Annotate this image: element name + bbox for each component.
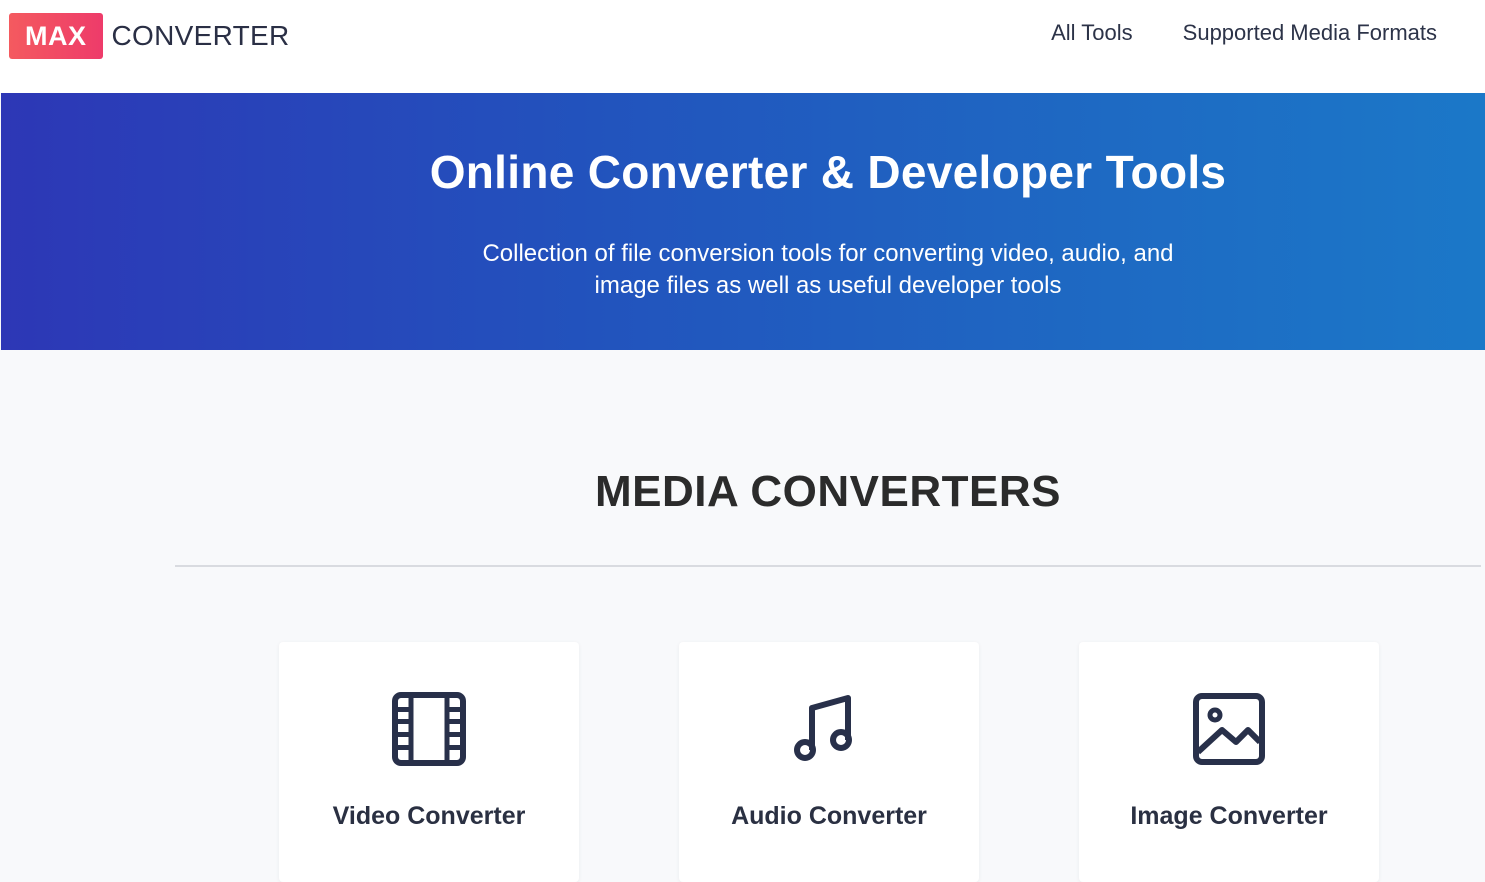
card-label: Audio Converter <box>731 802 927 830</box>
film-icon <box>392 692 466 766</box>
card-audio-converter[interactable]: Audio Converter <box>679 642 979 882</box>
card-video-converter[interactable]: Video Converter <box>279 642 579 882</box>
hero-subtitle: Collection of file conversion tools for … <box>1 238 1485 302</box>
section-divider <box>175 565 1481 567</box>
card-label: Video Converter <box>332 802 526 830</box>
logo[interactable]: MAX CONVERTER <box>9 13 290 59</box>
nav-supported-media-formats[interactable]: Supported Media Formats <box>1183 18 1437 48</box>
music-note-icon <box>794 695 852 761</box>
card-image-converter[interactable]: Image Converter <box>1079 642 1379 882</box>
hero-subtitle-line-2: image files as well as useful developer … <box>594 272 1062 299</box>
section-title: MEDIA CONVERTERS <box>595 467 1061 516</box>
image-icon <box>1193 693 1265 765</box>
hero-subtitle-line-1: Collection of file conversion tools for … <box>482 240 1174 267</box>
hero-banner: Online Converter & Developer Tools Colle… <box>1 93 1485 350</box>
card-label: Image Converter <box>1130 802 1328 830</box>
logo-badge: MAX <box>9 13 103 59</box>
main-nav: All Tools Supported Media Formats <box>1051 18 1437 48</box>
logo-text: CONVERTER <box>111 20 290 51</box>
site-header: MAX CONVERTER All Tools Supported Media … <box>0 0 1485 93</box>
nav-all-tools[interactable]: All Tools <box>1051 18 1133 48</box>
hero-title: Online Converter & Developer Tools <box>429 146 1227 198</box>
